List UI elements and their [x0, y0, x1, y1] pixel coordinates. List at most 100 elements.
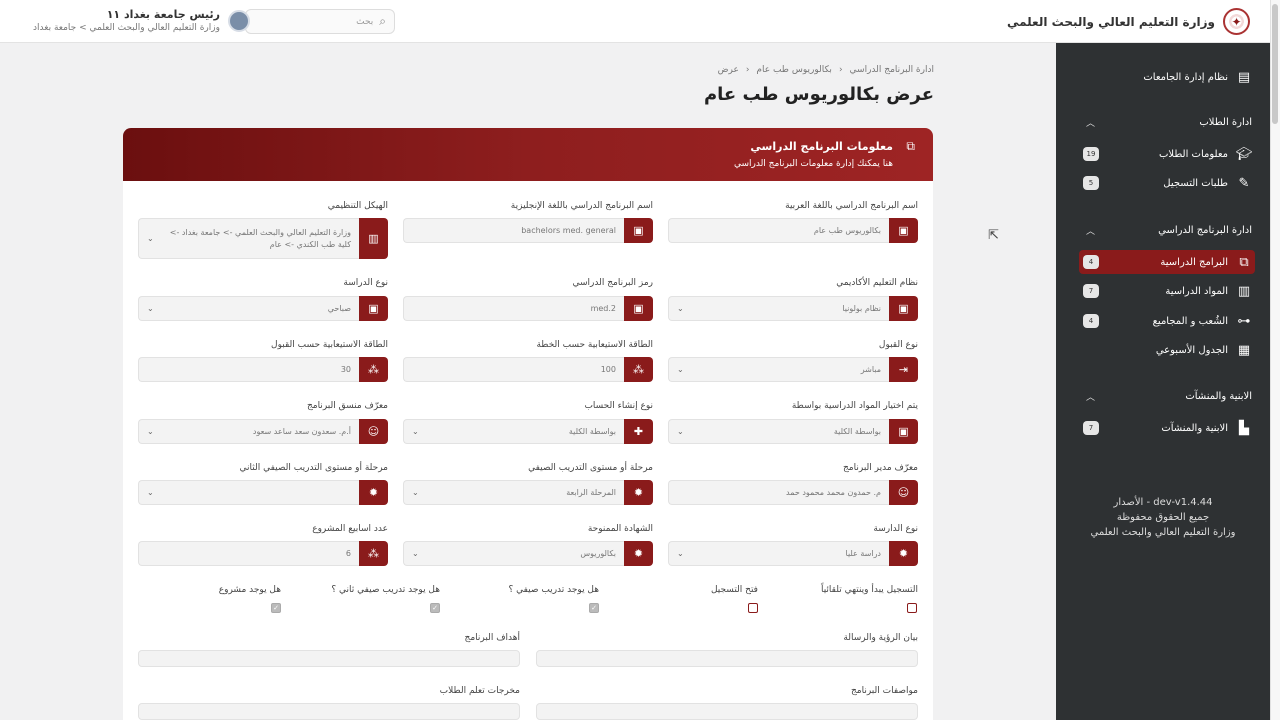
checkbox-label: التسجيل يبدأ وينتهي تلقائياً [820, 585, 918, 595]
project-checkbox[interactable]: ✓ [271, 603, 281, 613]
field-box[interactable]: med.2 [403, 296, 624, 321]
chevron-up-icon[interactable]: ︿ [1086, 390, 1095, 403]
summer-training-checkbox[interactable]: ✓ [589, 603, 599, 613]
admission-type-select[interactable]: ⌄ مباشر ⇥ [668, 357, 918, 382]
academic-system-select[interactable]: ⌄ نظام بولونيا ▣ [668, 296, 918, 321]
program-code-field[interactable]: med.2 ▣ [403, 296, 653, 321]
chevron-down-icon: ⌄ [412, 549, 419, 558]
sidebar-item-label: المواد الدراسية [1165, 285, 1228, 297]
search-input[interactable]: بحث [356, 17, 373, 27]
sun-icon: ✹ [889, 541, 918, 566]
user-menu[interactable]: رئيس جامعة بغداد ١١ وزارة التعليم العالي… [33, 8, 250, 33]
account-creation-select[interactable]: ⌄ بواسطة الكلية ✚ [403, 419, 653, 444]
field-value: بواسطة الكلية [833, 427, 881, 436]
field-box[interactable]: 6 [138, 541, 359, 566]
auto-registration-checkbox[interactable] [907, 603, 917, 613]
user-icon: ☺ [889, 480, 918, 505]
sidebar-item-weekly-schedule[interactable]: الجدول الأسبوعي ▦ [1156, 342, 1252, 358]
field-label: بيان الرؤية والرسالة [843, 633, 918, 643]
subject-select-by-select[interactable]: ⌄ بواسطة الكلية ▣ [668, 419, 918, 444]
sun-icon: ✹ [624, 480, 653, 505]
sidebar-item-student-info[interactable]: 19 معلومات الطلاب 🎓︎ [1083, 146, 1252, 162]
version-text: الأصدار - dev-v1.4.44 [1113, 497, 1213, 508]
sidebar-item-label: البرامج الدراسية [1160, 256, 1228, 268]
goals-textarea[interactable] [138, 650, 520, 667]
sidebar-item-university-system[interactable]: نظام إدارة الجامعات ▤ [1143, 69, 1252, 85]
field-box[interactable]: 100 [403, 357, 624, 382]
field-label: اسم البرنامج الدراسي باللغة العربية [785, 201, 918, 211]
director-select[interactable]: م. حمدون محمد محمود حمد ☺ [668, 480, 918, 505]
field-label: يتم اختيار المواد الدراسية بواسطة [791, 401, 918, 411]
coordinator-select[interactable]: ⌄ أ.م. سعدون سعد ساعد سعود ☺ [138, 419, 388, 444]
breadcrumb-item[interactable]: ادارة البرنامج الدراسي [850, 65, 934, 75]
sidebar-item-study-programs[interactable]: 4 البرامج الدراسية ⧉ [1083, 254, 1252, 270]
field-box[interactable]: ⌄ بواسطة الكلية [668, 419, 889, 444]
brand[interactable]: وزارة التعليم العالي والبحث العلمي ✦ [1007, 8, 1250, 35]
field-box[interactable]: ⌄ بواسطة الكلية [403, 419, 624, 444]
count-badge: 4 [1083, 314, 1099, 328]
field-value: دراسة عليا [845, 549, 881, 558]
field-box[interactable]: بكالوريوس طب عام [668, 218, 889, 243]
training-stage-select[interactable]: ⌄ المرحلة الرابعة ✹ [403, 480, 653, 505]
sidebar-section-programs[interactable]: ادارة البرنامج الدراسي [1158, 225, 1252, 236]
search-box[interactable]: بحث ⌕ [245, 9, 395, 34]
name-ar-field[interactable]: بكالوريوس طب عام ▣ [668, 218, 918, 243]
field-box[interactable]: bachelors med. general [403, 218, 624, 243]
study-type-select[interactable]: ⌄ صباحي ▣ [138, 296, 388, 321]
sidebar-item-buildings[interactable]: 7 الابنية والمنشآت ▙ [1083, 420, 1252, 436]
page-title: عرض بكالوريوس طب عام [703, 84, 934, 105]
field-box[interactable]: ⌄ مباشر [668, 357, 889, 382]
vision-textarea[interactable] [536, 650, 918, 667]
open-registration-checkbox[interactable] [748, 603, 758, 613]
field-value: bachelors med. general [521, 226, 616, 235]
count-badge: 19 [1083, 147, 1099, 161]
sidebar-item-subjects[interactable]: 7 المواد الدراسية ▥ [1083, 283, 1252, 299]
capacity-plan-field[interactable]: 100 ⁂ [403, 357, 653, 382]
summer-training2-checkbox[interactable]: ✓ [430, 603, 440, 613]
sidebar-section-buildings[interactable]: الابنية والمنشآت [1185, 391, 1252, 402]
field-value: أ.م. سعدون سعد ساعد سعود [252, 427, 351, 436]
project-weeks-field[interactable]: 6 ⁂ [138, 541, 388, 566]
field-box[interactable]: ⌄ [138, 480, 359, 505]
field-box[interactable]: ⌄ أ.م. سعدون سعد ساعد سعود [138, 419, 359, 444]
program-icon: ⧉ [1239, 254, 1249, 270]
training-stage2-select[interactable]: ⌄ ✹ [138, 480, 388, 505]
sidebar-item-registration-requests[interactable]: 5 طلبات التسجيل ✎ [1083, 175, 1252, 191]
certificate-select[interactable]: ⌄ بكالوريوس ✹ [403, 541, 653, 566]
chevron-up-icon[interactable]: ︿ [1086, 116, 1095, 129]
avatar[interactable] [227, 9, 250, 32]
field-label: معرّف منسق البرنامج [306, 401, 388, 411]
field-box[interactable]: ⌄ المرحلة الرابعة [403, 480, 624, 505]
field-box[interactable]: ⌄ وزارة التعليم العالي والبحث العلمي -> ج… [138, 218, 359, 259]
breadcrumb-item[interactable]: بكالوريوس طب عام [756, 65, 832, 75]
count-badge: 5 [1083, 176, 1099, 190]
book-icon: ▣ [889, 419, 918, 444]
scrollbar[interactable] [1270, 0, 1280, 720]
field-box[interactable]: ⌄ نظام بولونيا [668, 296, 889, 321]
field-box[interactable]: ⌄ صباحي [138, 296, 359, 321]
field-box[interactable]: ⌄ دراسة عليا [668, 541, 889, 566]
breadcrumb-item: عرض [717, 65, 739, 75]
sidebar-item-label: الشُعب و المجاميع [1152, 315, 1228, 327]
sidebar-item-label: الجدول الأسبوعي [1155, 344, 1228, 356]
capacity-admission-field[interactable]: 30 ⁂ [138, 357, 388, 382]
scrollbar-thumb[interactable] [1272, 4, 1278, 124]
chevron-down-icon: ⌄ [147, 427, 154, 436]
users-icon: ⁂ [624, 357, 653, 382]
sidebar-section-students[interactable]: ادارة الطلاب [1199, 117, 1252, 128]
study-kind-select[interactable]: ⌄ دراسة عليا ✹ [668, 541, 918, 566]
name-en-field[interactable]: bachelors med. general ▣ [403, 218, 653, 243]
book-icon: ▣ [889, 296, 918, 321]
mouse-cursor-icon: ⇱ [988, 228, 999, 243]
org-structure-select[interactable]: ⌄ وزارة التعليم العالي والبحث العلمي -> ج… [138, 218, 388, 259]
sidebar-item-groups[interactable]: 4 الشُعب و المجاميع ⊶ [1083, 313, 1252, 329]
specs-textarea[interactable] [536, 703, 918, 720]
chart-icon: ▤ [1237, 69, 1251, 85]
field-box[interactable]: 30 [138, 357, 359, 382]
chevron-up-icon[interactable]: ︿ [1086, 224, 1095, 237]
chevron-left-icon: › [745, 65, 750, 75]
field-box[interactable]: م. حمدون محمد محمود حمد [668, 480, 889, 505]
outcomes-textarea[interactable] [138, 703, 520, 720]
field-box[interactable]: ⌄ بكالوريوس [403, 541, 624, 566]
field-label: الطاقة الاستيعابية حسب القبول [271, 340, 388, 350]
